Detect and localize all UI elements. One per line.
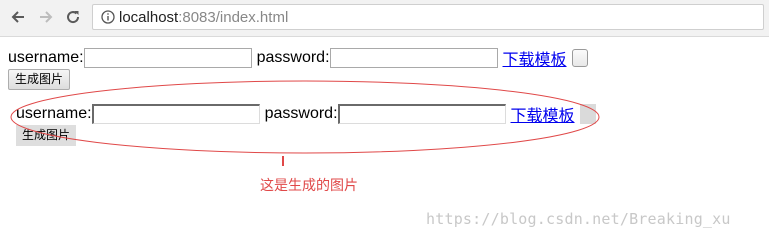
- watermark: https://blog.csdn.net/Breaking_xu: [426, 210, 731, 228]
- annotation-caption: 这是生成的图片: [260, 177, 358, 193]
- annotation-ellipse: [10, 80, 600, 166]
- browser-window: localhost:8083/index.html username: pass…: [0, 0, 769, 241]
